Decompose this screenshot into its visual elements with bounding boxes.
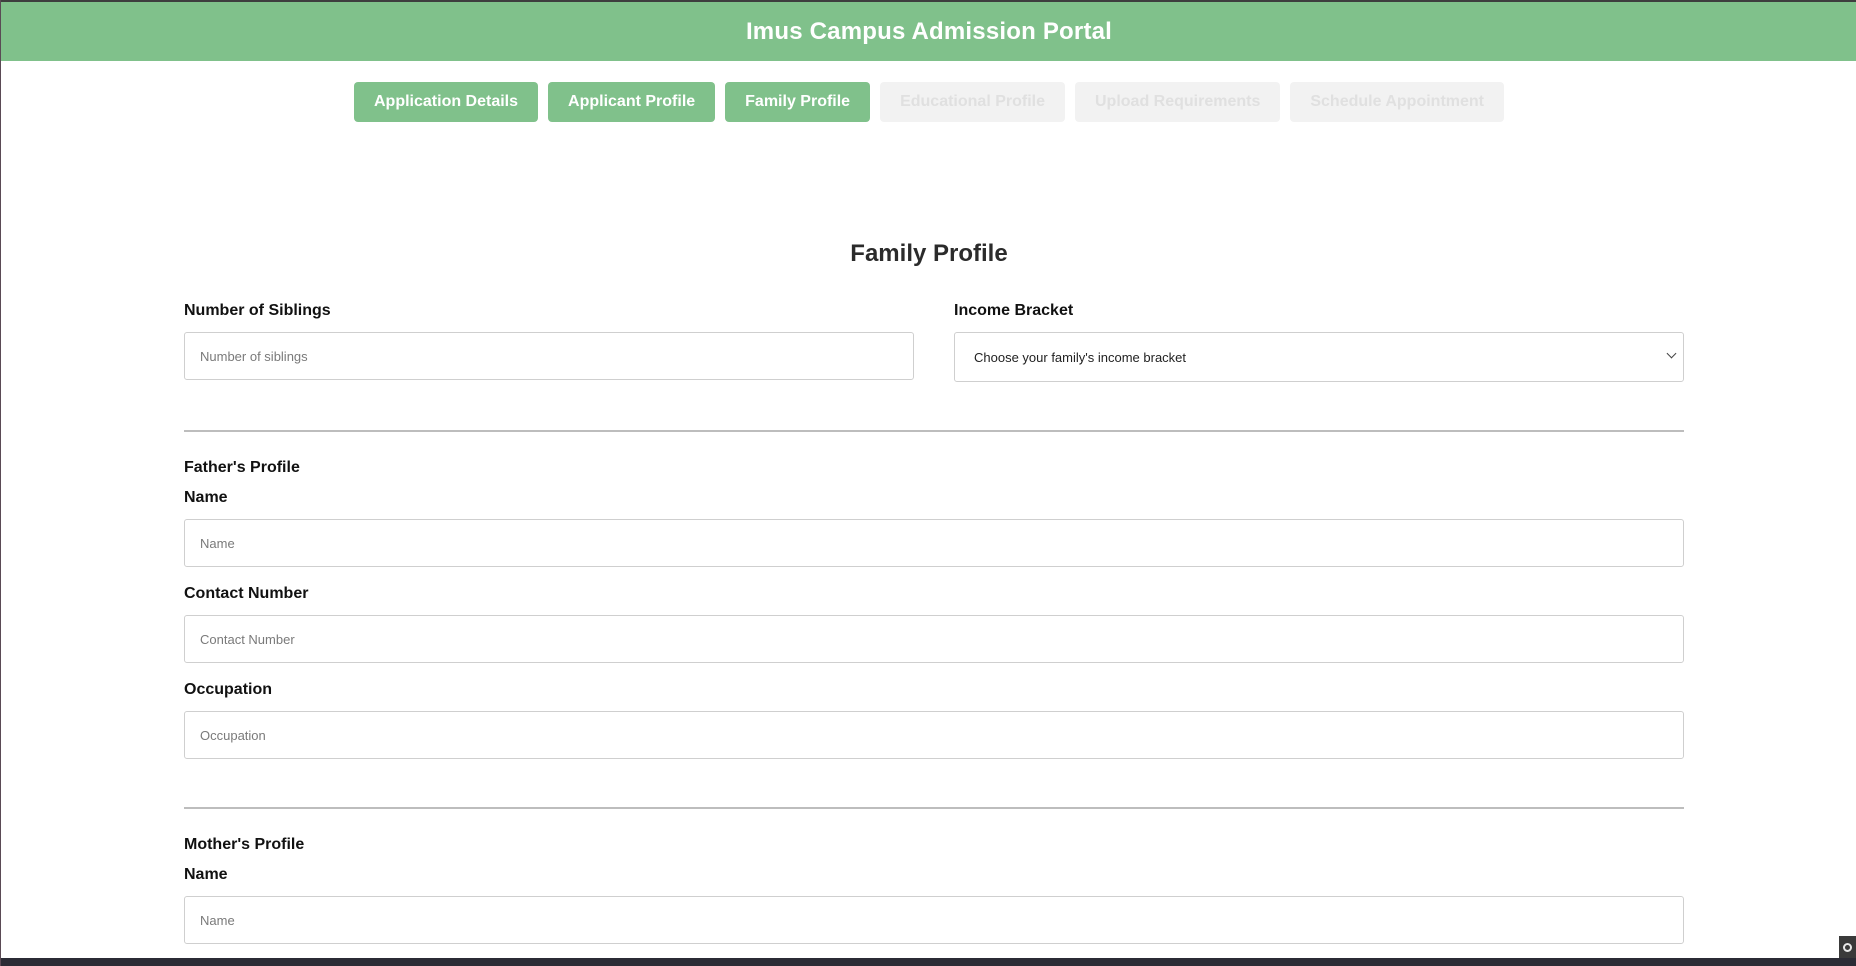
- mother-name-label: Name: [184, 866, 228, 883]
- tab-schedule-appointment[interactable]: Schedule Appointment: [1290, 82, 1504, 122]
- siblings-label: Number of Siblings: [184, 302, 331, 319]
- step-tabs: Application Details Applicant Profile Fa…: [1, 82, 1856, 122]
- father-occupation-input[interactable]: [184, 711, 1684, 759]
- siblings-input[interactable]: [184, 332, 914, 380]
- tab-family-profile[interactable]: Family Profile: [725, 82, 871, 122]
- income-selected-value: Choose your family's income bracket: [974, 349, 1187, 365]
- mother-profile-heading: Mother's Profile: [184, 836, 305, 853]
- father-occupation-label: Occupation: [184, 681, 273, 698]
- portal-title: Imus Campus Admission Portal: [745, 17, 1113, 45]
- father-name-input[interactable]: [184, 519, 1684, 567]
- corner-settings-button[interactable]: [1839, 936, 1856, 958]
- form-title: Family Profile: [850, 240, 1008, 267]
- top-header: Imus Campus Admission Portal: [1, 0, 1856, 61]
- tab-educational-profile[interactable]: Educational Profile: [880, 82, 1065, 122]
- window-bottom-bar: [1, 958, 1856, 966]
- income-label: Income Bracket: [954, 302, 1074, 319]
- father-name-label: Name: [184, 489, 228, 506]
- chevron-down-icon: [1666, 348, 1677, 359]
- section-divider: [184, 430, 1684, 432]
- father-contact-input[interactable]: [184, 615, 1684, 663]
- father-profile-heading: Father's Profile: [184, 459, 300, 476]
- section-divider: [184, 807, 1684, 809]
- tab-applicant-profile[interactable]: Applicant Profile: [548, 82, 716, 122]
- father-contact-label: Contact Number: [184, 585, 309, 602]
- income-bracket-select[interactable]: Choose your family's income bracket: [954, 332, 1684, 382]
- admission-page: Imus Campus Admission Portal Application…: [0, 0, 1856, 966]
- tab-application-details[interactable]: Application Details: [354, 82, 539, 122]
- tab-upload-requirements[interactable]: Upload Requirements: [1075, 82, 1281, 122]
- mother-name-input[interactable]: [184, 896, 1684, 944]
- circle-icon: [1843, 942, 1852, 952]
